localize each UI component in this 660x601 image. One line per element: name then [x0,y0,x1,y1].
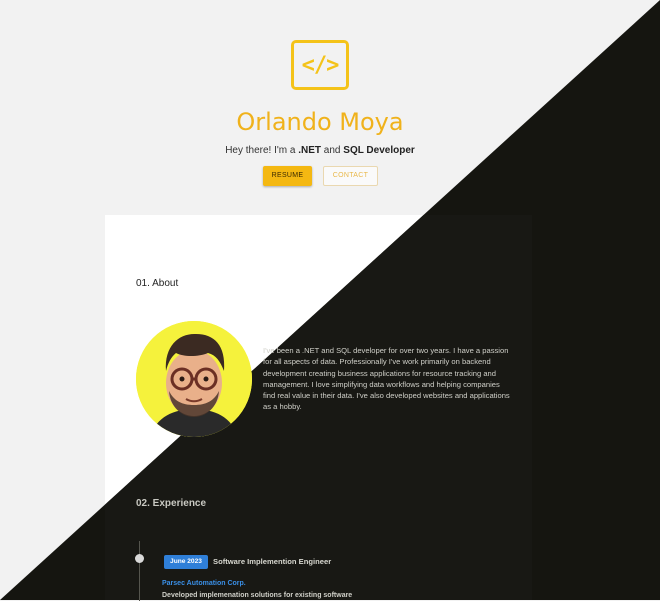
timeline-dot [135,554,144,563]
timeline-line [139,541,140,601]
main-content: 01. About I've been a .NET and SQL devel… [0,0,660,601]
avatar-illustration [136,321,252,437]
avatar [136,321,252,437]
experience-date-badge: June 2023 [164,555,208,569]
experience-company[interactable]: Parsec Automation Corp. [162,580,246,587]
experience-heading: 02. Experience [136,498,207,509]
experience-job-title: Software Implemention Engineer [213,557,332,566]
experience-description: Developed implemenation solutions for ex… [162,592,353,599]
about-heading: 01. About [136,278,179,289]
about-text: I've been a .NET and SQL developer for o… [263,346,510,412]
